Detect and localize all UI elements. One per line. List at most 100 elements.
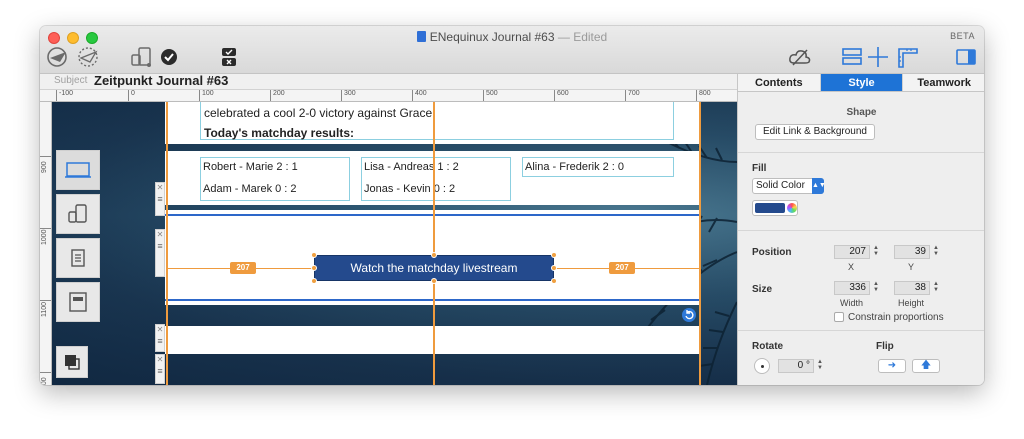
send-icon[interactable] — [46, 46, 70, 70]
drag-handle-icon[interactable]: ≡ — [156, 240, 164, 252]
left-gap-badge: 207 — [230, 262, 256, 274]
row-handle[interactable]: ✕ ≡ — [155, 324, 165, 352]
position-label: Position — [752, 247, 792, 258]
editor-canvas[interactable]: ✕ ≡ ✕ ≡ ✕ ≡ ✕ ≡ celebrated a cool 2-0 victor… — [52, 102, 737, 385]
width-field[interactable]: 336 — [834, 281, 870, 295]
height-stepper[interactable]: ▲ ▼ — [932, 281, 940, 295]
layers-icon — [65, 355, 80, 370]
ruler-tick: -100 — [56, 90, 73, 101]
subject-input[interactable]: Zeitpunkt Journal #63 — [94, 73, 228, 88]
check-icon[interactable] — [158, 46, 180, 70]
rotation-dial[interactable] — [754, 358, 770, 374]
alignment-guide — [433, 102, 435, 385]
preview-devices-icon[interactable] — [130, 46, 154, 70]
right-gap-badge: 207 — [609, 262, 635, 274]
position-x-stepper[interactable]: ▲ ▼ — [872, 245, 880, 259]
close-icon[interactable]: ✕ — [156, 325, 164, 335]
result-text: Robert - Marie 2 : 1 — [203, 161, 298, 173]
constrain-proportions-checkbox[interactable] — [834, 312, 844, 322]
palette-text-block[interactable] — [56, 238, 100, 278]
refresh-icon[interactable] — [682, 308, 696, 322]
resize-handle[interactable] — [311, 252, 317, 258]
ruler-tick: 800 — [696, 90, 711, 101]
row-handle[interactable]: ✕ ≡ — [155, 354, 165, 384]
position-y-stepper[interactable]: ▲ ▼ — [932, 245, 940, 259]
title-bar: ENequinux Journal #63 — Edited BETA — [40, 26, 984, 74]
intro-paragraph: celebrated a cool 2-0 victory against Gr… — [204, 106, 436, 120]
ruler-tick: 700 — [625, 90, 640, 101]
flip-label: Flip — [876, 341, 894, 352]
document-text-icon — [71, 249, 85, 267]
tab-teamwork[interactable]: Teamwork — [903, 74, 984, 91]
resize-handle[interactable] — [551, 278, 557, 284]
divider — [738, 230, 984, 231]
color-wheel-icon[interactable] — [787, 203, 797, 213]
position-x-field[interactable]: 207 — [834, 245, 870, 259]
inspector-panel: Contents Style Teamwork Shape Edit Link … — [737, 74, 984, 385]
drag-handle-icon[interactable]: ≡ — [156, 193, 164, 205]
row-handle[interactable]: ✕ ≡ — [155, 182, 165, 216]
palette-layers-button[interactable] — [56, 346, 88, 378]
resize-handle[interactable] — [551, 252, 557, 258]
ruler-tick: 400 — [412, 90, 427, 101]
ruler-tick: 0 — [128, 90, 135, 101]
position-y-field[interactable]: 39 — [894, 245, 930, 259]
fill-type-select[interactable]: Solid Color ▲▼ — [752, 178, 826, 194]
button-block-icon — [69, 292, 87, 312]
result-cell[interactable]: Lisa - Andreas 1 : 2 Jonas - Kevin 0 : 2 — [361, 157, 511, 201]
fill-color-well[interactable] — [752, 200, 798, 216]
row-handle[interactable]: ✕ ≡ — [155, 229, 165, 277]
close-icon[interactable]: ✕ — [156, 183, 164, 193]
ruler-tick: 300 — [341, 90, 356, 101]
ruler-tick: 1100 — [40, 300, 51, 317]
vertical-ruler: 900 1000 1100 200 — [40, 102, 52, 385]
rotation-field[interactable]: 0 ° — [778, 359, 814, 373]
result-text: Jonas - Kevin 0 : 2 — [364, 183, 456, 195]
ruler-tick: 1000 — [40, 228, 51, 245]
close-icon[interactable]: ✕ — [156, 230, 164, 240]
flip-vertical-button[interactable]: 🡅 — [912, 359, 940, 373]
result-cell[interactable]: Alina - Frederik 2 : 0 — [522, 157, 674, 177]
height-field[interactable]: 38 — [894, 281, 930, 295]
alignment-guide — [166, 102, 168, 385]
rotation-stepper[interactable]: ▲ ▼ — [816, 359, 824, 373]
ruler-tick: 900 — [40, 156, 51, 173]
result-cell[interactable]: Robert - Marie 2 : 1 Adam - Marek 0 : 2 — [200, 157, 350, 201]
palette-desktop-view[interactable] — [56, 150, 100, 190]
flip-horizontal-button[interactable]: ➜ — [878, 359, 906, 373]
text-block[interactable]: celebrated a cool 2-0 victory against Gr… — [200, 102, 674, 140]
y-caption: Y — [908, 262, 915, 272]
app-window: ENequinux Journal #63 — Edited BETA Subj… — [40, 26, 984, 385]
layout-rows-icon[interactable] — [840, 46, 864, 70]
cloud-sync-icon[interactable] — [788, 46, 812, 70]
devices-icon — [68, 204, 87, 223]
resize-handle[interactable] — [311, 265, 317, 271]
inspector-toggle-icon[interactable] — [954, 46, 978, 70]
ruler-tick: 100 — [199, 90, 214, 101]
close-icon[interactable]: ✕ — [156, 355, 164, 365]
result-text: Lisa - Andreas 1 : 2 — [364, 161, 459, 173]
schedule-send-icon[interactable] — [76, 46, 100, 70]
palette-mobile-view[interactable] — [56, 194, 100, 234]
alignment-guides-icon[interactable] — [866, 46, 890, 70]
resize-handle[interactable] — [551, 265, 557, 271]
width-caption: Width — [840, 298, 864, 308]
ruler-icon[interactable] — [896, 46, 920, 70]
tab-style[interactable]: Style — [820, 74, 904, 91]
x-caption: X — [848, 262, 855, 272]
resize-handle[interactable] — [311, 278, 317, 284]
content-block-palette — [56, 150, 102, 326]
desktop-icon — [65, 162, 91, 178]
resize-handle[interactable] — [431, 252, 437, 258]
inspector-tabs: Contents Style Teamwork — [738, 74, 984, 92]
drag-handle-icon[interactable]: ≡ — [156, 335, 164, 347]
test-send-icon[interactable] — [216, 46, 242, 70]
beta-badge: BETA — [950, 31, 975, 41]
constrain-proportions-label: Constrain proportions — [848, 312, 944, 323]
palette-button-block[interactable] — [56, 282, 100, 322]
drag-handle-icon[interactable]: ≡ — [156, 365, 164, 377]
edit-link-background-button[interactable]: Edit Link & Background — [755, 124, 875, 140]
tab-contents[interactable]: Contents — [738, 74, 821, 91]
resize-handle[interactable] — [431, 278, 437, 284]
width-stepper[interactable]: ▲ ▼ — [872, 281, 880, 295]
